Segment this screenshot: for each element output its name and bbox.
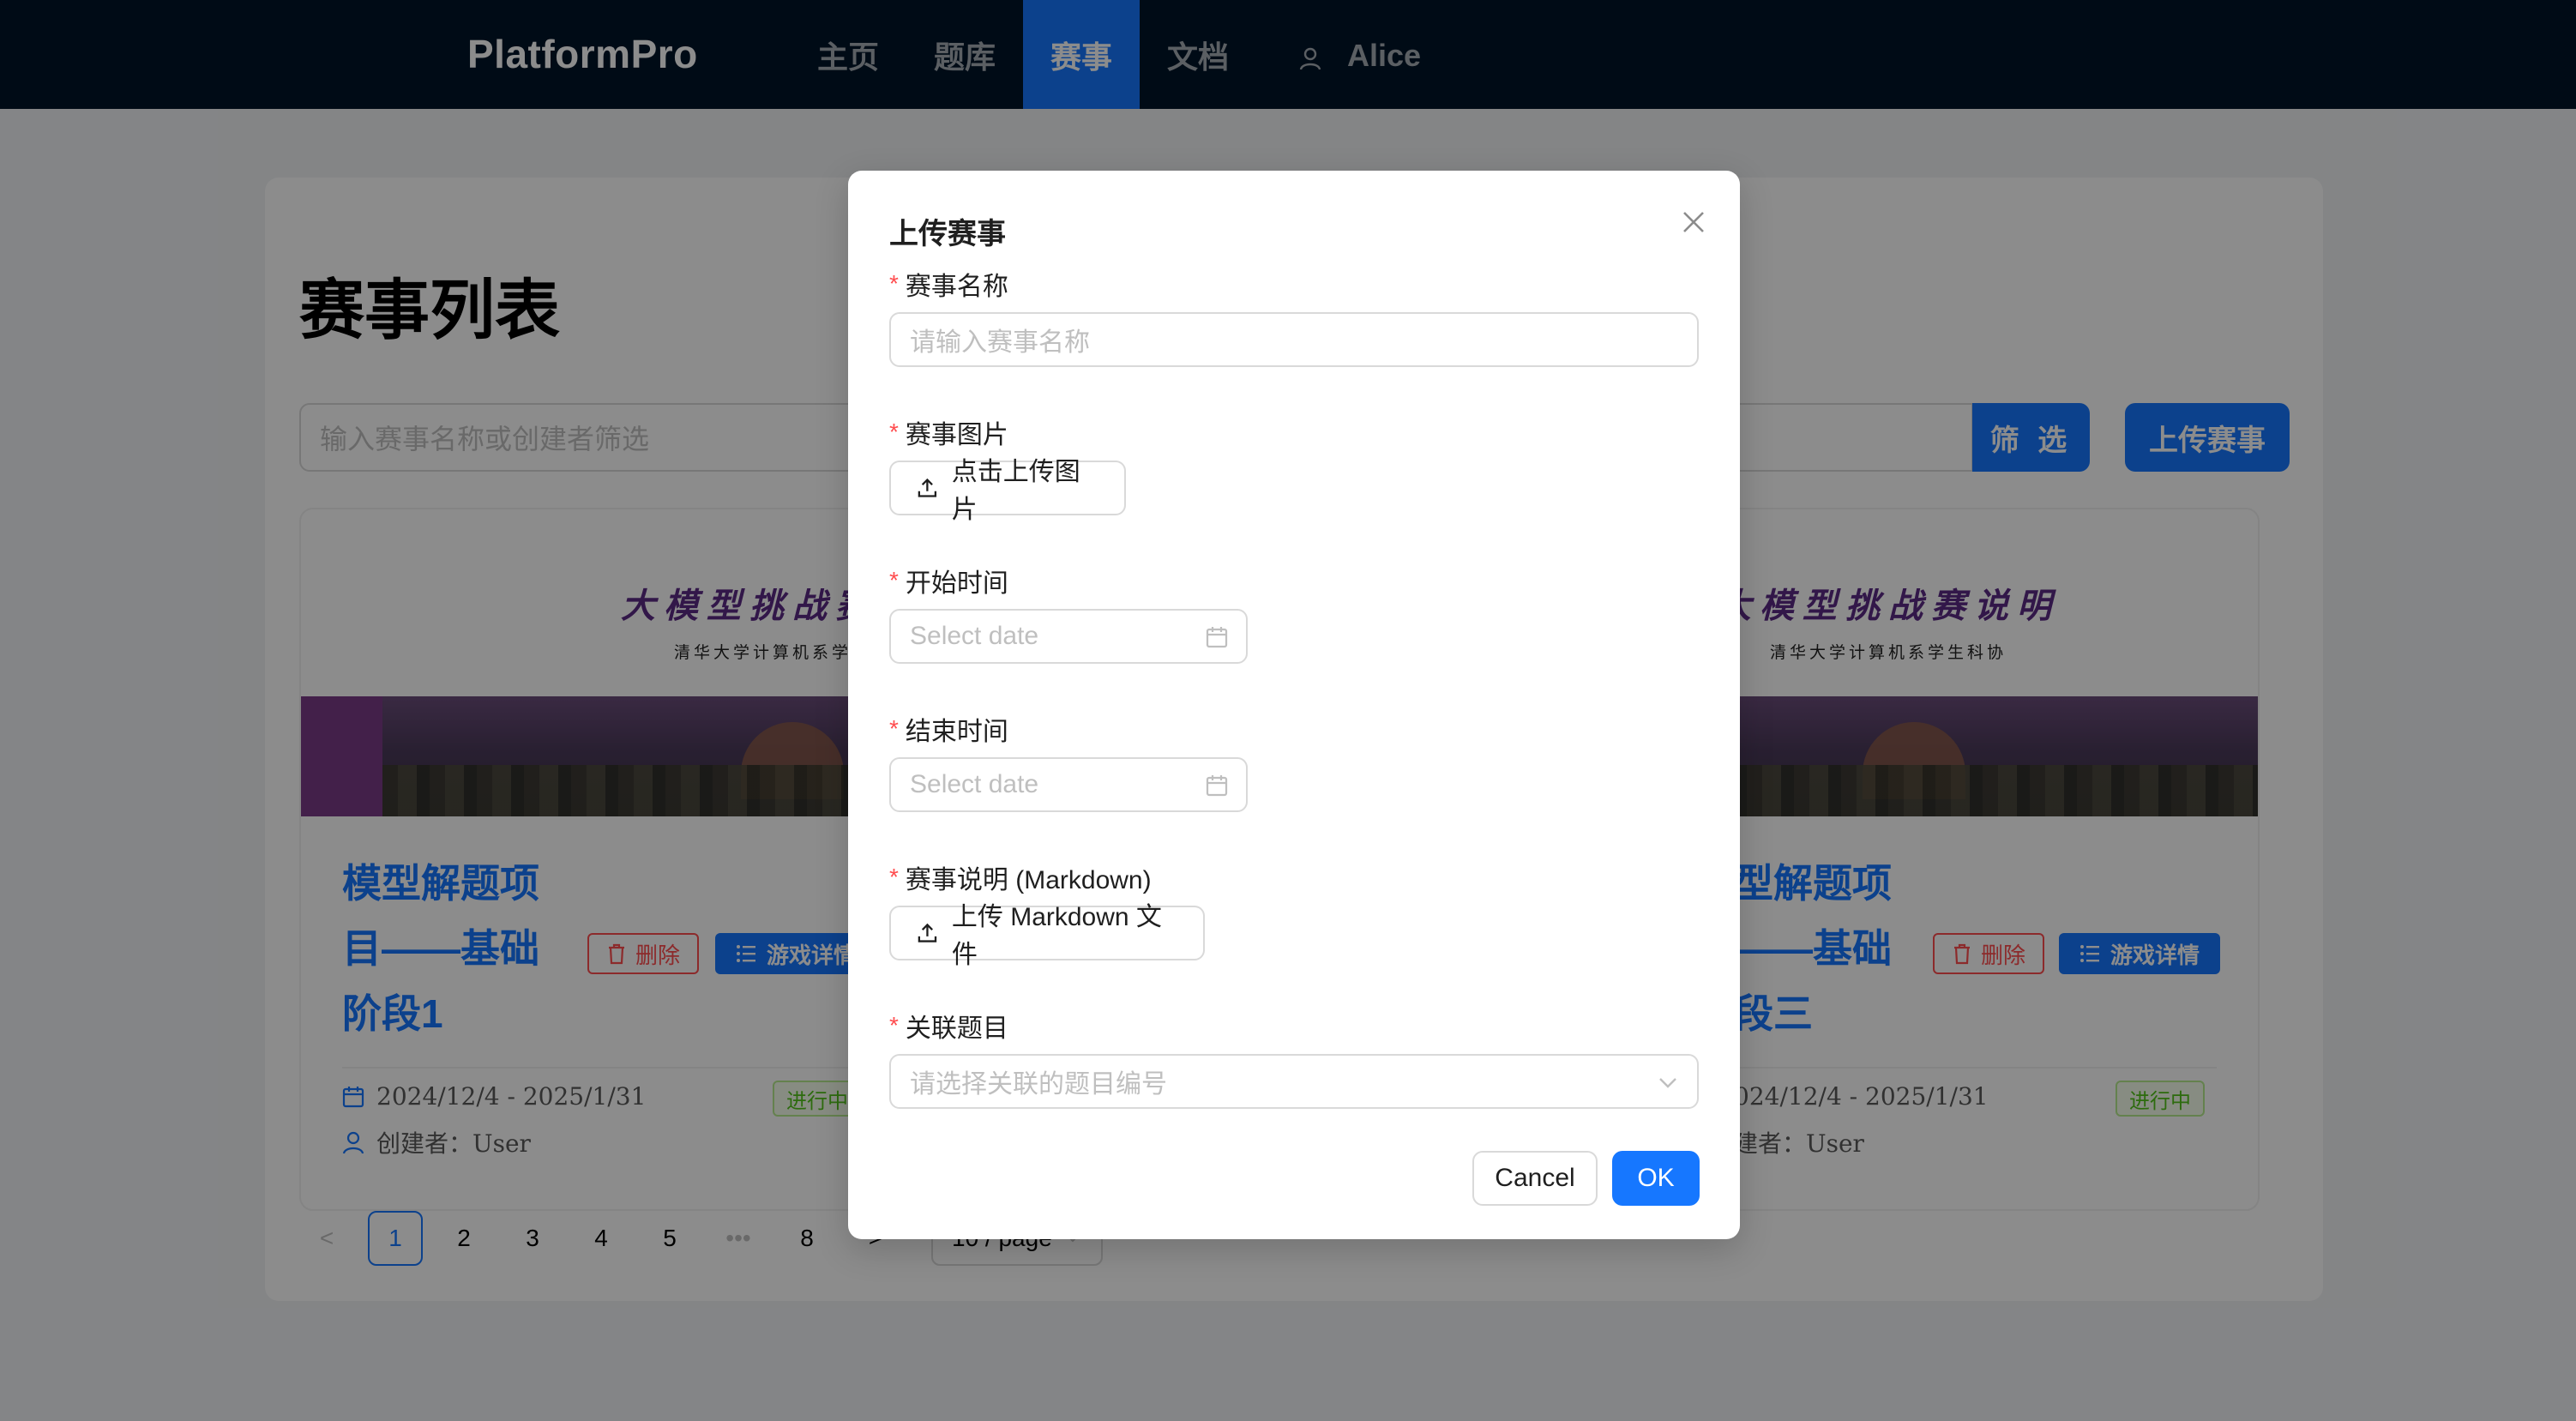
start-date-picker[interactable]: Select date (889, 609, 1248, 664)
upload-markdown-label: 上传 Markdown 文件 (951, 903, 1162, 969)
field-label-text: 赛事说明 (Markdown) (905, 866, 1152, 894)
upload-icon (918, 923, 937, 942)
required-mark: * (889, 1012, 899, 1039)
required-mark: * (889, 715, 899, 742)
close-icon (1683, 212, 1704, 232)
chevron-down-icon (1659, 1078, 1676, 1088)
ok-button[interactable]: OK (1612, 1151, 1700, 1206)
start-date-placeholder: Select date (910, 622, 1039, 650)
field-label-text: 赛事图片 (905, 421, 1008, 449)
required-mark: * (889, 864, 899, 890)
related-problems-placeholder: 请选择关联的题目编号 (910, 1070, 1167, 1099)
field-label-text: 关联题目 (905, 1015, 1008, 1043)
required-mark: * (889, 270, 899, 297)
field-label-name: * 赛事名称 (889, 265, 1008, 303)
field-label-start: * 开始时间 (889, 562, 1008, 599)
upload-contest-dialog: 上传赛事 * 赛事名称 请输入赛事名称 * 赛事图片 点击上传图片 * 开始时间… (848, 171, 1740, 1239)
close-button[interactable] (1675, 203, 1712, 241)
field-label-end: * 结束时间 (889, 710, 1008, 748)
upload-markdown-button[interactable]: 上传 Markdown 文件 (889, 903, 1205, 969)
required-mark: * (889, 418, 899, 445)
field-label-text: 开始时间 (905, 569, 1008, 598)
end-date-picker[interactable]: Select date (889, 757, 1248, 812)
calendar-icon (1206, 627, 1228, 648)
contest-name-input[interactable]: 请输入赛事名称 (889, 312, 1699, 367)
cancel-button[interactable]: Cancel (1472, 1151, 1598, 1206)
required-mark: * (889, 567, 899, 593)
field-label-problems: * 关联题目 (889, 1007, 1008, 1045)
field-label-text: 结束时间 (905, 718, 1008, 746)
related-problems-select[interactable]: 请选择关联的题目编号 (889, 1054, 1699, 1109)
upload-image-button[interactable]: 点击上传图片 (889, 458, 1126, 524)
field-label-text: 赛事名称 (905, 273, 1008, 301)
upload-icon (918, 478, 937, 497)
calendar-icon (1206, 775, 1228, 797)
dialog-title: 上传赛事 (889, 218, 1006, 250)
field-label-image: * 赛事图片 (889, 413, 1008, 451)
field-label-description: * 赛事说明 (Markdown) (889, 858, 1152, 896)
upload-image-label: 点击上传图片 (951, 458, 1080, 524)
end-date-placeholder: Select date (910, 770, 1039, 798)
